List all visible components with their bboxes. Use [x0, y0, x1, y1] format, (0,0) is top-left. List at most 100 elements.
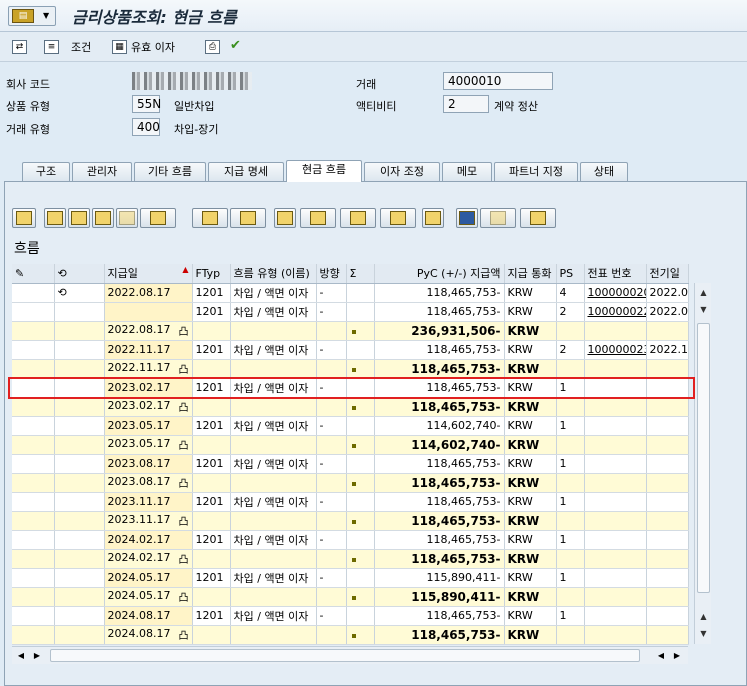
cell-sum[interactable]	[346, 530, 375, 550]
cell-currency[interactable]: KRW	[504, 549, 557, 569]
cell-edit[interactable]	[12, 625, 55, 645]
cell-flow-type[interactable]	[230, 473, 317, 493]
cell-direction[interactable]: -	[316, 568, 347, 588]
cell-direction[interactable]	[316, 587, 347, 607]
cell-flow-type[interactable]	[230, 359, 317, 379]
col-edit[interactable]: ✎	[12, 264, 55, 284]
cell-document-number[interactable]: 100000020	[584, 283, 647, 303]
cell-edit[interactable]	[12, 283, 55, 303]
cell-flow-type[interactable]	[230, 511, 317, 531]
cell-posting-date[interactable]	[646, 549, 689, 569]
cell-ps[interactable]	[556, 549, 585, 569]
cell-posting-date[interactable]	[646, 473, 689, 493]
subtotal-row[interactable]: 2024.08.17 凸 118,465,753- KRW	[12, 625, 689, 645]
cell-posting-date[interactable]: 2022.0	[646, 302, 689, 322]
cell-payment-date[interactable]: 2023.11.17	[104, 492, 193, 512]
cell-payment-date[interactable]: 2023.08.17	[104, 454, 193, 474]
cell-amount[interactable]: 115,890,411-	[374, 568, 505, 588]
cell-ps[interactable]	[556, 435, 585, 455]
cell-edit[interactable]	[12, 416, 55, 436]
cell-flow-type[interactable]	[230, 321, 317, 341]
cell-amount[interactable]: 118,465,753-	[374, 606, 505, 626]
cell-payment-date[interactable]: 2023.05.17 凸	[104, 435, 193, 455]
cell-currency[interactable]: KRW	[504, 359, 557, 379]
table-row[interactable]: 2024.02.17 1201 차입 / 액면 이자 - 118,465,753- KRW…	[12, 530, 689, 550]
cell-edit[interactable]	[12, 606, 55, 626]
table-row[interactable]: 1201 차입 / 액면 이자 - 118,465,753- KRW 2 100000022…	[12, 302, 689, 322]
product-type-field[interactable]: 55N	[132, 95, 161, 113]
tab-status[interactable]: 상태	[580, 162, 628, 182]
cell-edit[interactable]	[12, 359, 55, 379]
cell-ps[interactable]: 1	[556, 416, 585, 436]
col-document-number[interactable]: 전표 번호	[584, 264, 647, 284]
tab-manager[interactable]: 관리자	[72, 162, 132, 182]
tab-memo[interactable]: 메모	[442, 162, 492, 182]
cell-document-number[interactable]	[584, 492, 647, 512]
cell-reverse[interactable]	[54, 530, 105, 550]
scroll-up-bottom-icon[interactable]: ▲	[696, 609, 711, 624]
horizontal-scrollbar[interactable]: ◀ ▶ ◀ ▶	[12, 646, 688, 664]
cell-sum[interactable]	[346, 454, 375, 474]
col-posting-date[interactable]: 전기일	[646, 264, 689, 284]
cell-payment-date[interactable]: 2023.05.17	[104, 416, 193, 436]
cell-ps[interactable]	[556, 587, 585, 607]
cell-ps[interactable]: 2	[556, 302, 585, 322]
cell-amount[interactable]: 115,890,411-	[374, 587, 505, 607]
cell-flow-type[interactable]: 차입 / 액면 이자	[230, 492, 317, 512]
table-row[interactable]: 2024.08.17 1201 차입 / 액면 이자 - 118,465,753- KRW…	[12, 606, 689, 626]
cell-payment-date[interactable]: 2023.02.17 凸	[104, 397, 193, 417]
cell-sum[interactable]	[346, 435, 375, 455]
cell-posting-date[interactable]	[646, 321, 689, 341]
cell-posting-date[interactable]	[646, 511, 689, 531]
cell-direction[interactable]	[316, 473, 347, 493]
cell-ftyp[interactable]	[192, 511, 231, 531]
cell-ps[interactable]	[556, 625, 585, 645]
cell-sum[interactable]	[346, 416, 375, 436]
cell-ftyp[interactable]	[192, 397, 231, 417]
cell-sum[interactable]	[346, 549, 375, 569]
cell-amount[interactable]: 118,465,753-	[374, 473, 505, 493]
cell-currency[interactable]: KRW	[504, 511, 557, 531]
cell-document-number[interactable]	[584, 321, 647, 341]
cell-ps[interactable]	[556, 359, 585, 379]
cell-sum[interactable]	[346, 359, 375, 379]
cell-edit[interactable]	[12, 511, 55, 531]
cell-currency[interactable]: KRW	[504, 492, 557, 512]
table-row[interactable]: 2024.05.17 1201 차입 / 액면 이자 - 115,890,411- KRW…	[12, 568, 689, 588]
cell-payment-date[interactable]: 2023.11.17 凸	[104, 511, 193, 531]
cell-reverse[interactable]	[54, 302, 105, 322]
cell-document-number[interactable]	[584, 625, 647, 645]
cell-ps[interactable]: 1	[556, 606, 585, 626]
cell-amount[interactable]: 118,465,753-	[374, 454, 505, 474]
cell-ftyp[interactable]	[192, 587, 231, 607]
cell-flow-type[interactable]	[230, 625, 317, 645]
subtotal-row[interactable]: 2022.11.17 凸 118,465,753- KRW	[12, 359, 689, 379]
cell-reverse[interactable]	[54, 435, 105, 455]
col-flow-type[interactable]: 흐름 유형 (이름)	[230, 264, 317, 284]
cell-payment-date[interactable]: 2022.08.17 凸	[104, 321, 193, 341]
cell-posting-date[interactable]	[646, 416, 689, 436]
info-button[interactable]	[456, 208, 478, 228]
cell-sum[interactable]	[346, 283, 375, 303]
cell-document-number[interactable]	[584, 568, 647, 588]
cell-ps[interactable]: 4	[556, 283, 585, 303]
cell-ftyp[interactable]	[192, 549, 231, 569]
cell-amount[interactable]: 118,465,753-	[374, 492, 505, 512]
cell-amount[interactable]: 114,602,740-	[374, 435, 505, 455]
cell-reverse[interactable]	[54, 606, 105, 626]
subtotal-row[interactable]: 2024.02.17 凸 118,465,753- KRW	[12, 549, 689, 569]
col-sum[interactable]: Σ	[346, 264, 375, 284]
cell-direction[interactable]: -	[316, 416, 347, 436]
table-row[interactable]: 2023.05.17 1201 차입 / 액면 이자 - 114,602,740- KRW…	[12, 416, 689, 436]
table-row[interactable]: 2023.11.17 1201 차입 / 액면 이자 - 118,465,753- KRW…	[12, 492, 689, 512]
cell-payment-date[interactable]: 2022.08.17	[104, 283, 193, 303]
cell-reverse[interactable]	[54, 473, 105, 493]
cell-currency[interactable]: KRW	[504, 454, 557, 474]
scroll-left-icon[interactable]: ◀	[14, 648, 28, 663]
col-currency[interactable]: 지급 통화	[504, 264, 557, 284]
cell-flow-type[interactable]: 차입 / 액면 이자	[230, 283, 317, 303]
col-direction[interactable]: 방향	[316, 264, 347, 284]
cell-payment-date[interactable]: 2024.08.17 凸	[104, 625, 193, 645]
cell-posting-date[interactable]	[646, 397, 689, 417]
cell-ps[interactable]: 1	[556, 568, 585, 588]
